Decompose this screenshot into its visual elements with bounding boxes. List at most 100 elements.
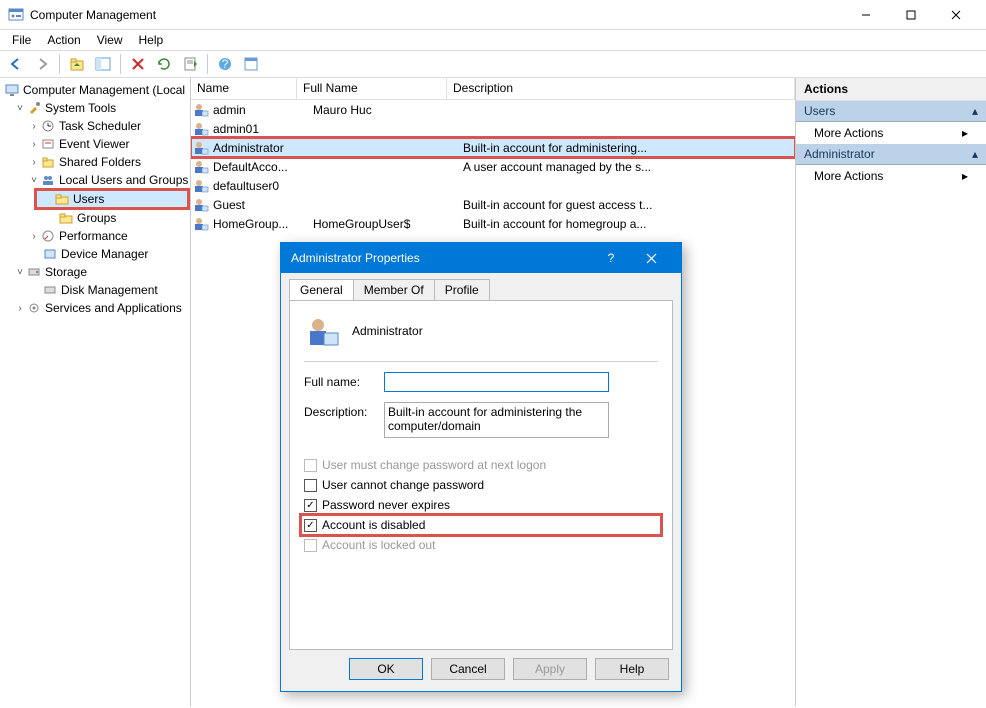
storage-icon [26,264,42,280]
list-header: Name Full Name Description [191,78,795,100]
tree-performance[interactable]: › Performance [0,227,190,245]
cell-name: defaultuser0 [213,179,313,193]
expand-icon[interactable]: › [28,231,40,242]
tree-services-apps[interactable]: › Services and Applications [0,299,190,317]
apply-button[interactable]: Apply [513,658,587,680]
tree-users[interactable]: Users [36,190,188,208]
tree-disk-management[interactable]: Disk Management [0,281,190,299]
user-icon [193,121,209,137]
actions-more-admin[interactable]: More Actions ▸ [796,165,986,187]
user-icon [193,140,209,156]
description-label: Description: [304,402,374,419]
dialog-buttons: OK Cancel Apply Help [281,658,681,690]
folder-icon [54,191,70,207]
export-button[interactable] [178,53,202,75]
dialog-titlebar[interactable]: Administrator Properties ? [281,243,681,273]
cell-description: Built-in account for administering... [463,141,795,155]
menu-view[interactable]: View [89,31,131,49]
refresh-button[interactable] [152,53,176,75]
tree-system-tools[interactable]: ˅ System Tools [0,99,190,117]
chevron-right-icon: ▸ [962,169,968,183]
user-header: Administrator [304,313,658,362]
cell-name: DefaultAcco... [213,160,313,174]
list-row[interactable]: defaultuser0 [191,176,795,195]
list-row[interactable]: DefaultAcco... A user account managed by … [191,157,795,176]
chk-never-expires[interactable]: ✓ Password never expires [304,498,658,512]
help-button[interactable]: ? [213,53,237,75]
actions-heading: Actions [796,78,986,101]
tab-profile[interactable]: Profile [434,279,490,300]
dialog-close-button[interactable] [631,243,671,273]
dialog-help-button[interactable]: ? [591,243,631,273]
collapse-icon[interactable]: ˅ [14,267,26,278]
tree-task-scheduler[interactable]: › Task Scheduler [0,117,190,135]
menu-file[interactable]: File [4,31,39,49]
expand-icon[interactable]: › [14,303,26,314]
app-icon [8,7,24,23]
toolbar-separator [207,54,208,74]
user-icon [193,197,209,213]
checkbox-checked-icon: ✓ [304,499,317,512]
list-row[interactable]: GuestBuilt-in account for guest access t… [191,195,795,214]
chk-locked-out: Account is locked out [304,538,658,552]
tree-root[interactable]: Computer Management (Local [0,81,190,99]
show-hide-tree-button[interactable] [91,53,115,75]
dialog-body: Administrator Full name: Description: Us… [289,300,673,650]
cancel-button[interactable]: Cancel [431,658,505,680]
delete-button[interactable] [126,53,150,75]
collapse-icon[interactable]: ˅ [28,175,40,186]
collapse-icon[interactable]: ˅ [14,103,26,114]
column-full-name[interactable]: Full Name [297,78,447,99]
performance-icon [40,228,56,244]
tree-event-viewer[interactable]: › Event Viewer [0,135,190,153]
description-input[interactable] [384,402,609,438]
maximize-button[interactable] [888,0,933,29]
tab-general[interactable]: General [289,279,354,300]
menu-help[interactable]: Help [131,31,172,49]
full-name-row: Full name: [304,372,658,392]
chevron-right-icon: ▸ [962,126,968,140]
up-button[interactable] [65,53,89,75]
tree-local-users-groups[interactable]: ˅ Local Users and Groups [0,171,190,189]
actions-section-admin[interactable]: Administrator ▴ [796,144,986,165]
full-name-input[interactable] [384,372,609,392]
minimize-button[interactable] [843,0,888,29]
cell-name: admin [213,103,313,117]
list-row[interactable]: admin01 [191,119,795,138]
list-row[interactable]: adminMauro Huc [191,100,795,119]
tree-groups[interactable]: Groups [0,209,190,227]
back-button[interactable] [4,53,28,75]
toolbar-separator [120,54,121,74]
expand-icon[interactable]: › [28,121,40,132]
shared-folder-icon [40,154,56,170]
help-button[interactable]: Help [595,658,669,680]
menu-action[interactable]: Action [39,31,88,49]
properties-button[interactable] [239,53,263,75]
chk-cannot-change[interactable]: User cannot change password [304,478,658,492]
cell-description: Built-in account for homegroup a... [463,217,795,231]
tree-device-manager[interactable]: Device Manager [0,245,190,263]
column-name[interactable]: Name [191,78,297,99]
expand-icon[interactable]: › [28,157,40,168]
tab-member-of[interactable]: Member Of [353,279,435,300]
forward-button[interactable] [30,53,54,75]
expand-icon[interactable]: › [28,139,40,150]
chk-account-disabled[interactable]: ✓ Account is disabled [304,518,658,532]
cell-description: A user account managed by the s... [463,160,795,174]
tools-icon [26,100,42,116]
tree-shared-folders[interactable]: › Shared Folders [0,153,190,171]
list-row[interactable]: AdministratorBuilt-in account for admini… [191,138,795,157]
computer-icon [4,82,20,98]
column-description[interactable]: Description [447,78,795,99]
cell-full-name: HomeGroupUser$ [313,217,463,231]
toolbar-separator [59,54,60,74]
clock-icon [40,118,56,134]
ok-button[interactable]: OK [349,658,423,680]
actions-more-users[interactable]: More Actions ▸ [796,122,986,144]
dialog-title: Administrator Properties [291,251,591,265]
tree-storage[interactable]: ˅ Storage [0,263,190,281]
actions-section-users[interactable]: Users ▴ [796,101,986,122]
list-row[interactable]: HomeGroup...HomeGroupUser$Built-in accou… [191,214,795,233]
user-icon [193,159,209,175]
close-button[interactable] [933,0,978,29]
